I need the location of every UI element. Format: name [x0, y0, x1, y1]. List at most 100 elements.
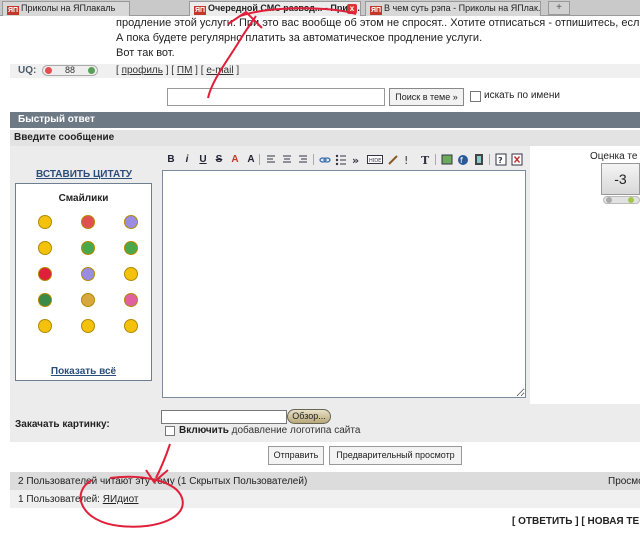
dance-smiley-icon[interactable]: [124, 267, 138, 281]
clap-smiley-icon[interactable]: [81, 293, 95, 307]
star-smiley-icon[interactable]: [124, 319, 138, 333]
laugh-smiley-icon[interactable]: [81, 319, 95, 333]
post-line: Вот так вот.: [116, 47, 175, 59]
add-logo-label-rest: добавление логотипа сайта: [228, 425, 361, 436]
insert-quote-link[interactable]: ВСТАВИТЬ ЦИТАТУ: [36, 169, 132, 180]
align-center-icon[interactable]: [281, 153, 293, 166]
uq-rating-widget: 88: [42, 65, 98, 76]
views-label: Просмо: [608, 476, 640, 487]
dizzy-smiley-icon[interactable]: [81, 267, 95, 281]
smilies-title: Смайлики: [58, 193, 109, 204]
users-prefix: 1 Пользователей:: [18, 494, 103, 505]
favicon-icon: ЯП: [370, 6, 382, 15]
post-body: продление этой услуги. При это вас вообщ…: [116, 16, 640, 61]
svg-text:HIDE: HIDE: [369, 158, 381, 164]
help-icon[interactable]: ?: [495, 153, 507, 166]
users-list: 1 Пользователей: ЯИдиот: [18, 494, 139, 505]
align-left-icon[interactable]: [265, 153, 277, 166]
close-tab-icon[interactable]: x: [347, 4, 357, 14]
new-topic-link[interactable]: [ НОВАЯ ТЕ: [581, 516, 639, 527]
uq-value: 88: [64, 65, 75, 75]
toolbar-divider: [489, 154, 490, 165]
toolbar-divider: [259, 154, 260, 165]
uq-label: UQ:: [18, 65, 37, 76]
strikethrough-icon[interactable]: S: [213, 153, 225, 166]
frog-smiley-icon[interactable]: [81, 241, 95, 255]
readers-row: 2 Пользователей читают эту тему (1 Скрыт…: [10, 472, 640, 490]
dance2-smiley-icon[interactable]: [38, 319, 52, 333]
bottom-links: [ ОТВЕТИТЬ ] [ НОВАЯ ТЕ: [512, 516, 639, 527]
typography-icon[interactable]: T: [419, 153, 431, 166]
plus-icon[interactable]: [88, 67, 95, 74]
tab-priколы[interactable]: ЯП Приколы на ЯПлакаль: [2, 1, 130, 16]
add-logo-label: Включить добавление логотипа сайта: [179, 425, 360, 436]
bullet-list-icon[interactable]: [335, 153, 347, 166]
tab-label: Очередной СМС развод... - Прик...: [208, 3, 360, 13]
preview-button[interactable]: Предварительный просмотр: [329, 446, 462, 465]
search-by-name-label: искать по имени: [484, 90, 560, 101]
svg-text:?: ?: [498, 156, 503, 165]
user-link[interactable]: ЯИдиот: [103, 494, 139, 505]
image-icon[interactable]: [441, 153, 453, 166]
quote-icon[interactable]: »: [351, 153, 363, 166]
add-logo-label-bold: Включить: [179, 425, 229, 436]
italic-icon[interactable]: i: [181, 153, 193, 166]
favicon-icon: ЯП: [7, 6, 19, 15]
show-all-smilies-link[interactable]: Показать всё: [16, 366, 151, 377]
alien-smiley-icon[interactable]: [124, 215, 138, 229]
email-link[interactable]: e-mail: [206, 65, 233, 76]
browse-button[interactable]: Обзор...: [287, 409, 331, 424]
favicon-icon: ЯП: [194, 6, 206, 15]
search-input[interactable]: [167, 88, 385, 106]
text-color-icon[interactable]: A: [229, 153, 241, 166]
reply-link[interactable]: [ ОТВЕТИТЬ ]: [512, 516, 579, 527]
pacman-smiley-icon[interactable]: [38, 293, 52, 307]
post-line: продление этой услуги. При это вас вообщ…: [116, 17, 640, 29]
minus-icon[interactable]: [606, 197, 612, 203]
flash-icon[interactable]: f: [457, 153, 469, 166]
font-size-icon[interactable]: A: [245, 153, 257, 166]
search-by-name-checkbox[interactable]: [470, 91, 481, 102]
toolbar-divider: [313, 154, 314, 165]
bold-icon[interactable]: B: [165, 153, 177, 166]
thinking-smiley-icon[interactable]: [38, 241, 52, 255]
message-textarea[interactable]: [162, 170, 526, 398]
file-input[interactable]: [161, 410, 287, 424]
tab-label: В чем суть рэпа - Приколы на ЯПлак...: [384, 3, 541, 13]
mention-icon[interactable]: !: [403, 153, 415, 166]
svg-text:»: »: [352, 154, 359, 166]
tab-sut-repa[interactable]: ЯП В чем суть рэпа - Приколы на ЯПлак...: [365, 1, 541, 16]
svg-text:!: !: [404, 154, 408, 166]
readers-count-text: 2 Пользователей читают эту тему (1 Скрыт…: [18, 476, 308, 487]
sick-smiley-icon[interactable]: [124, 241, 138, 255]
tab-sms-razvod[interactable]: ЯП Очередной СМС развод... - Прик... x: [189, 1, 361, 16]
toolbar-divider: [435, 154, 436, 165]
plus-icon[interactable]: [628, 197, 634, 203]
add-logo-checkbox[interactable]: [165, 426, 175, 436]
align-right-icon[interactable]: [297, 153, 309, 166]
profile-link[interactable]: профиль: [122, 65, 163, 76]
new-tab-button[interactable]: +: [548, 1, 570, 15]
topic-rating-value: -3: [601, 163, 640, 195]
svg-text:T: T: [421, 154, 430, 166]
tab-label: Приколы на ЯПлакаль: [21, 3, 116, 13]
close-icon[interactable]: [511, 153, 523, 166]
message-header: Введите сообщение: [10, 130, 640, 146]
hide-icon[interactable]: HIDE: [367, 153, 383, 166]
party-smiley-icon[interactable]: [124, 293, 138, 307]
minus-icon[interactable]: [45, 67, 52, 74]
pm-link[interactable]: ПМ: [177, 65, 193, 76]
smilies-box: Смайлики Показать всё: [15, 183, 152, 381]
edit-pencil-icon[interactable]: [387, 153, 399, 166]
submit-button[interactable]: Отправить: [268, 446, 324, 465]
video-icon[interactable]: [473, 153, 485, 166]
angry-smiley-icon[interactable]: [38, 267, 52, 281]
cool-smiley-icon[interactable]: [38, 215, 52, 229]
browser-tab-bar: ЯП Приколы на ЯПлакаль ЯП Очередной СМС ра…: [0, 0, 640, 16]
underline-icon[interactable]: U: [197, 153, 209, 166]
love-smiley-icon[interactable]: [81, 215, 95, 229]
topic-rating-label: Оценка те: [590, 151, 638, 162]
editor-toolbar: B i U S A A » HIDE ! T f ?: [165, 153, 525, 167]
search-in-topic-button[interactable]: Поиск в теме »: [389, 88, 464, 106]
link-icon[interactable]: [319, 153, 331, 166]
